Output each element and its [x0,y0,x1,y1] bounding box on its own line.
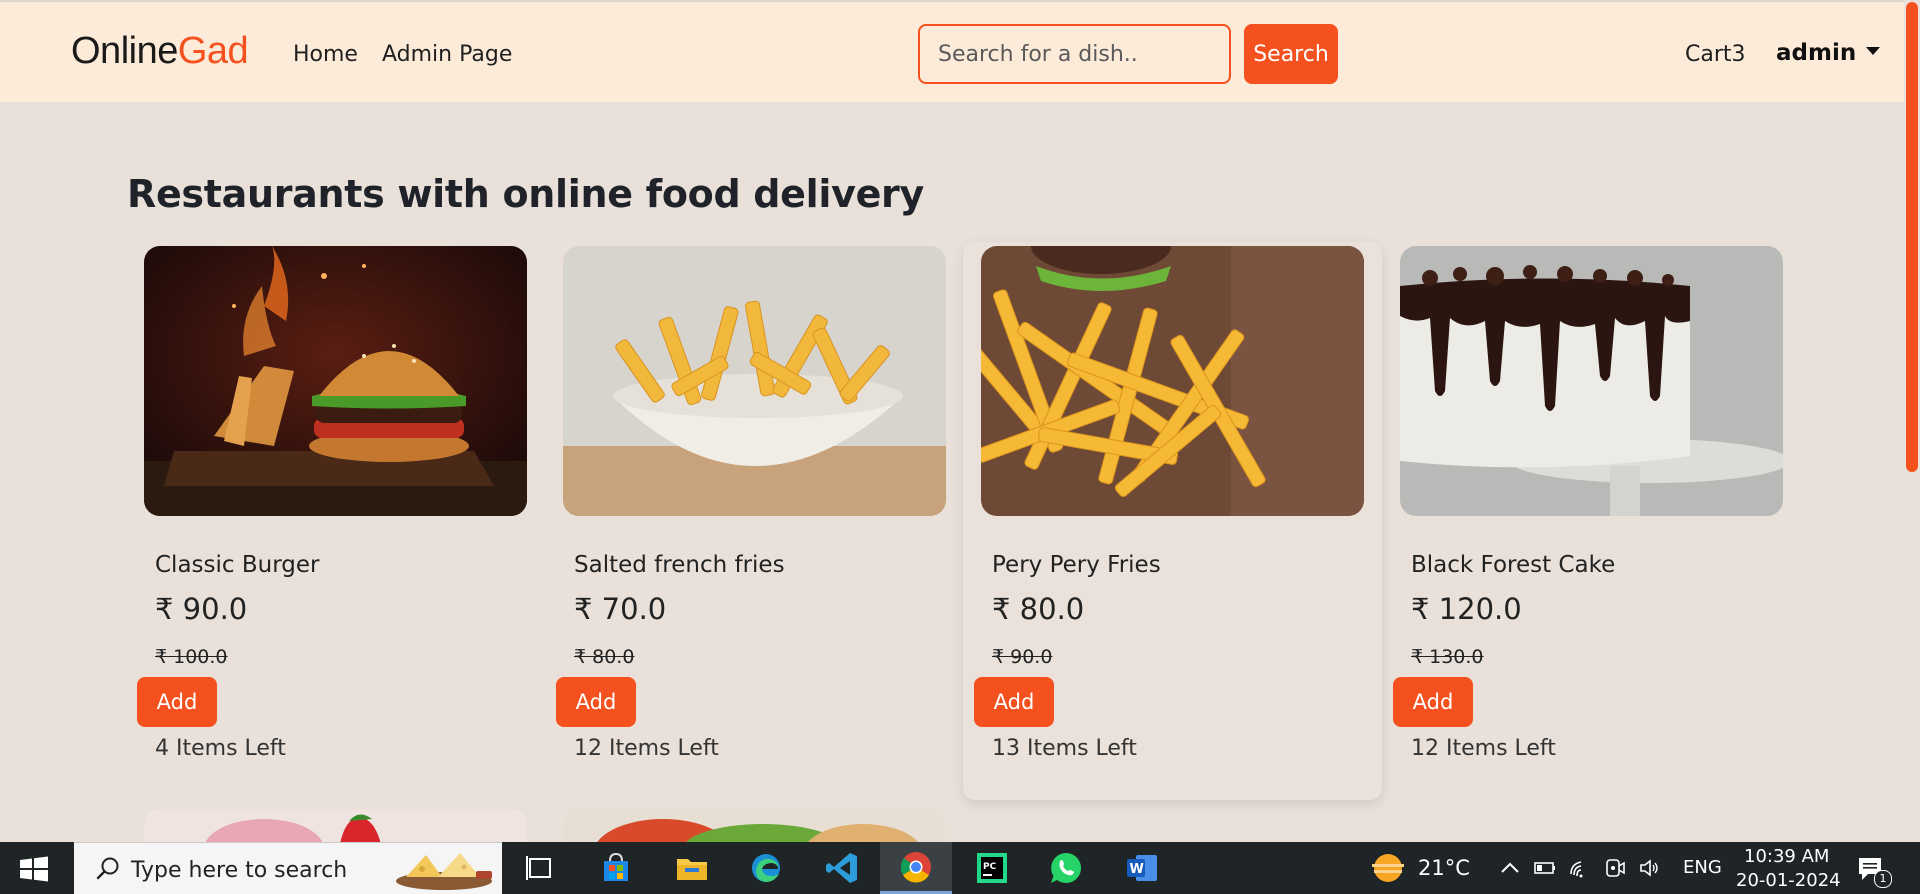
brand-text-gad: Gad [177,30,249,72]
taskbar-search-box[interactable]: Type here to search [74,842,502,894]
chevron-down-icon [1866,46,1881,55]
dish-image-black-forest-cake[interactable] [1400,246,1783,516]
user-name: admin [1776,40,1857,66]
search-icon [96,857,119,880]
input-language[interactable]: ENG [1683,857,1722,878]
cart-link[interactable]: Cart3 [1685,42,1746,67]
edge-icon[interactable] [730,842,802,894]
dish-card-pery-pery-fries[interactable]: Pery Pery Fries ₹ 80.0 ₹ 90.0 Add 13 Ite… [974,246,1364,761]
dish-original-price: ₹ 80.0 [574,646,635,668]
dish-original-price: ₹ 130.0 [1411,646,1484,668]
vscode-icon[interactable] [806,842,878,894]
word-icon[interactable]: W [1106,842,1178,894]
stock-left: 12 Items Left [574,736,719,761]
dish-price: ₹ 120.0 [1411,592,1522,626]
dish-original-price: ₹ 90.0 [992,646,1053,668]
wifi-icon[interactable] [1568,856,1592,880]
weather-temperature[interactable]: 21°C [1418,856,1470,880]
dish-card-black-forest-cake[interactable]: Black Forest Cake ₹ 120.0 ₹ 130.0 Add 12… [1393,246,1783,761]
add-to-cart-button[interactable]: Add [137,677,217,727]
dish-image-pery-pery-fries[interactable] [981,246,1364,516]
clock-time[interactable]: 10:39 AM [1744,846,1829,867]
dish-name: Black Forest Cake [1411,552,1616,578]
page-scrollbar-thumb[interactable] [1906,2,1918,472]
microsoft-store-icon[interactable] [580,842,652,894]
task-view-icon[interactable] [504,842,576,894]
chrome-icon[interactable] [880,842,952,894]
add-to-cart-button[interactable]: Add [556,677,636,727]
search-input[interactable] [918,24,1231,84]
dish-name: Pery Pery Fries [992,552,1161,578]
top-navbar: OnlineGad Home Admin Page Search Cart3 a… [0,0,1904,102]
stock-left: 12 Items Left [1411,736,1556,761]
notification-count-badge: 1 [1874,870,1892,888]
windows-start-icon[interactable] [16,856,52,882]
dish-card-salted-french-fries[interactable]: Salted french fries ₹ 70.0 ₹ 80.0 Add 12… [556,246,946,761]
dish-price: ₹ 70.0 [574,592,667,626]
dish-price: ₹ 80.0 [992,592,1085,626]
clock-date[interactable]: 20-01-2024 [1736,870,1841,891]
svg-text:W: W [1130,862,1144,877]
add-to-cart-button[interactable]: Add [974,677,1054,727]
user-menu-dropdown[interactable]: admin [1776,40,1881,66]
stock-left: 13 Items Left [992,736,1137,761]
taskbar-search-placeholder: Type here to search [131,858,348,883]
cheese-board-icon [396,853,492,890]
pycharm-icon[interactable]: PC [956,842,1028,894]
dish-name: Classic Burger [155,552,320,578]
battery-icon[interactable] [1533,856,1557,880]
dish-price: ₹ 90.0 [155,592,248,626]
dish-original-price: ₹ 100.0 [155,646,228,668]
chevron-up-icon[interactable] [1498,856,1522,880]
windows-taskbar: Type here to search PC W 21°C ENG 10:39 … [0,842,1920,894]
dish-name: Salted french fries [574,552,785,578]
brand-logo[interactable]: OnlineGad [71,30,249,73]
meeting-camera-icon[interactable] [1603,856,1627,880]
brand-text-online: Online [71,30,178,72]
nav-link-admin-page[interactable]: Admin Page [382,42,512,67]
volume-icon[interactable] [1638,856,1662,880]
add-to-cart-button[interactable]: Add [1393,677,1473,727]
stock-left: 4 Items Left [155,736,286,761]
dish-card-classic-burger[interactable]: Classic Burger ₹ 90.0 ₹ 100.0 Add 4 Item… [137,246,527,761]
search-button[interactable]: Search [1244,24,1338,84]
whatsapp-icon[interactable] [1030,842,1102,894]
svg-text:PC: PC [983,862,997,872]
weather-sun-icon[interactable] [1368,850,1408,886]
dish-image-salted-french-fries[interactable] [563,246,946,516]
nav-link-home[interactable]: Home [293,42,358,67]
dish-image-classic-burger[interactable] [144,246,527,516]
file-explorer-icon[interactable] [656,842,728,894]
section-title: Restaurants with online food delivery [127,172,924,216]
